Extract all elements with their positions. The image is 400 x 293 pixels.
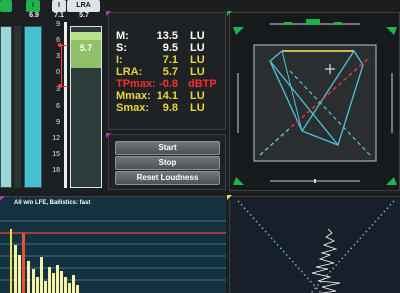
- corner-triangle-icon: [106, 11, 111, 16]
- start-button[interactable]: Start: [115, 141, 220, 155]
- histogram-bar: [10, 229, 12, 293]
- readout-value: -0.8: [159, 78, 178, 90]
- meter-header-m: I: [26, 0, 40, 12]
- goniometer-panel: [229, 196, 400, 293]
- surround-vectorscope: [233, 19, 397, 185]
- corner-triangle-icon: [106, 133, 111, 138]
- bottom-scale-marker: [314, 179, 316, 183]
- top-scale-marker: [306, 19, 320, 25]
- readout-unit: dBTP: [188, 78, 217, 90]
- meter-bar-4: [64, 22, 67, 188]
- meter-bar-3: [24, 26, 42, 188]
- readout-unit: LU: [190, 90, 205, 102]
- readout-unit: LU: [190, 30, 205, 42]
- readout-value: 14.1: [156, 90, 178, 102]
- arrow-icon: [386, 27, 397, 35]
- peak-marker-line: [61, 46, 62, 86]
- scale-tick: 18: [52, 167, 60, 174]
- scale-tick: 15: [52, 151, 60, 158]
- loudness-meter-window: I I LRA 6.9 7.1 5.7 5.7 9 6 3 0 3 6 9 12…: [0, 0, 400, 293]
- readout-unit: LU: [190, 102, 205, 114]
- readout-unit: LU: [190, 66, 205, 78]
- stop-button[interactable]: Stop: [115, 156, 220, 170]
- meter-value-lra: 5.7: [79, 12, 89, 19]
- readout-unit: LU: [190, 54, 205, 66]
- surround-vectorscope-panel: [229, 12, 400, 191]
- meter-bank: I I LRA 6.9 7.1 5.7 5.7 9 6 3 0 3 6 9 12…: [0, 0, 108, 192]
- histogram-bar: [22, 233, 25, 293]
- arrow-icon: [233, 177, 244, 185]
- scale-tick: 9: [56, 21, 60, 28]
- corner-triangle-icon: [0, 196, 5, 201]
- meter-bar-1: [0, 26, 12, 188]
- readout-value: 7.1: [162, 54, 178, 66]
- readout-value: 9.8: [162, 102, 178, 114]
- meter-value-s: 6.9: [29, 12, 39, 19]
- histogram-title: All w/o LFE, Ballistics: fast: [14, 200, 91, 206]
- readout-value: 13.5: [156, 30, 178, 42]
- readout-value: 9.5: [162, 42, 178, 54]
- corner-triangle-icon: [227, 195, 232, 200]
- top-scale-marker: [334, 22, 342, 25]
- histogram-panel: [0, 196, 226, 293]
- readout-value: 5.7: [162, 66, 178, 78]
- reset-loudness-button[interactable]: Reset Loudness: [115, 171, 220, 185]
- meter-header-i: I: [52, 0, 66, 12]
- scale-tick: 3: [56, 53, 60, 60]
- meter-bar-2: [14, 26, 21, 188]
- arrow-icon: [386, 177, 397, 185]
- scale-tick: 6: [56, 103, 60, 110]
- top-scale-marker: [284, 22, 292, 25]
- lra-upper-fill: [71, 32, 101, 40]
- meter-header-lra: LRA: [67, 0, 100, 12]
- zero-marker-dot: [58, 84, 62, 88]
- arrow-icon: [233, 27, 244, 35]
- meter-header-s: [0, 0, 12, 12]
- scale-tick: 0: [56, 69, 60, 76]
- scale-tick: 12: [52, 135, 60, 142]
- scale-tick: 9: [56, 119, 60, 126]
- corner-triangle-icon: [227, 11, 232, 16]
- lra-overlay-value: 5.7: [79, 43, 93, 53]
- readout-unit: LU: [190, 42, 205, 54]
- goniometer: [230, 197, 400, 293]
- meter-value-i: 7.1: [54, 12, 64, 19]
- histogram-graph: [0, 197, 226, 293]
